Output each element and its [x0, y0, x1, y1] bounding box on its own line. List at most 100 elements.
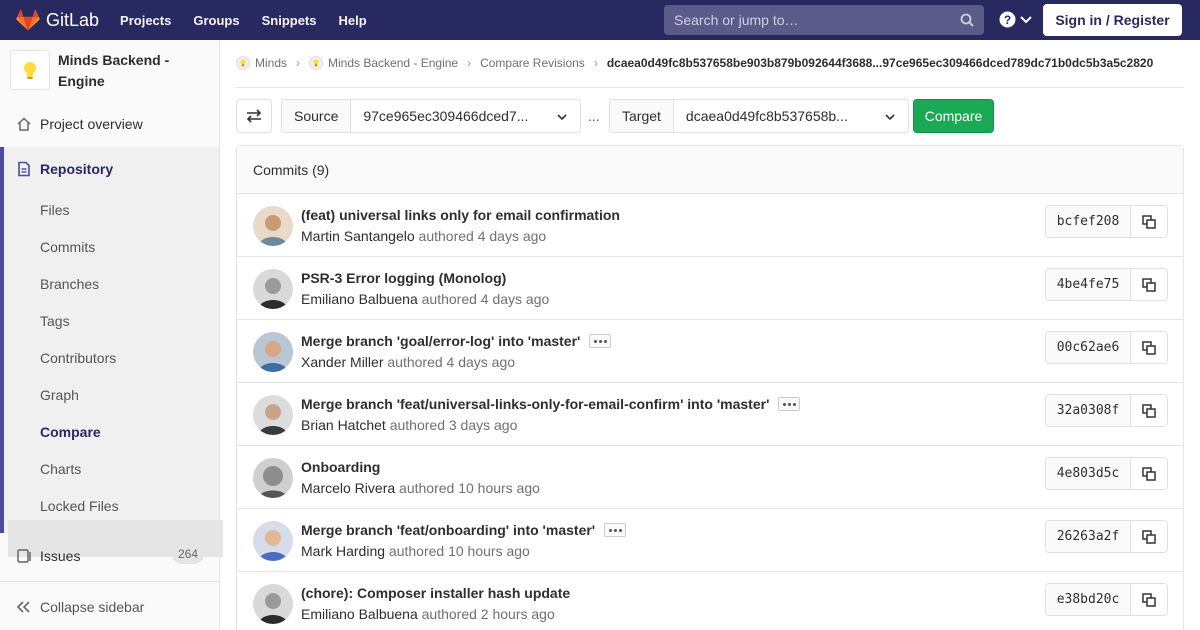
copy-icon	[1142, 592, 1156, 607]
commit-time: authored 2 hours ago	[421, 606, 555, 622]
commit-time: authored 10 hours ago	[399, 480, 540, 496]
gitlab-home-link[interactable]: GitLab	[16, 0, 99, 40]
swap-revisions-button[interactable]	[236, 99, 272, 133]
nav-groups[interactable]: Groups	[193, 13, 239, 28]
copy-sha-button[interactable]	[1131, 395, 1167, 426]
commit-author[interactable]: Emiliano Balbuena	[301, 291, 418, 307]
search-input[interactable]: Search or jump to…	[664, 5, 984, 35]
sidebar-item-contributors[interactable]: Contributors	[40, 350, 116, 366]
copy-sha-button[interactable]	[1131, 458, 1167, 489]
commit-author[interactable]: Xander Miller	[301, 354, 383, 370]
more-ellipsis-button[interactable]	[589, 334, 612, 348]
copy-sha-button[interactable]	[1131, 332, 1167, 363]
commit-sha[interactable]: 32a0308f	[1046, 395, 1131, 426]
doc-icon	[18, 161, 30, 176]
breadcrumb-current: dcaea0d49fc8b537658be903b879b092644f3688…	[606, 56, 1154, 70]
commit-meta: Mark Harding authored 10 hours ago	[301, 543, 530, 559]
nav-projects[interactable]: Projects	[120, 13, 171, 28]
chevron-down-icon	[1020, 15, 1032, 23]
double-chevron-left-icon	[17, 601, 30, 613]
target-selector[interactable]: Target dcaea0d49fc8b537658b...	[609, 99, 909, 133]
sidebar-item-commits[interactable]: Commits	[40, 239, 95, 255]
issues-count-badge: 264	[172, 544, 205, 564]
source-selector[interactable]: Source 97ce965ec309466dced7...	[281, 99, 581, 133]
copy-sha-button[interactable]	[1131, 206, 1167, 237]
copy-sha-button[interactable]	[1131, 584, 1167, 615]
more-ellipsis-button[interactable]	[778, 397, 801, 411]
sidebar-item-charts[interactable]: Charts	[40, 461, 81, 477]
sidebar-item-branches[interactable]: Branches	[40, 276, 99, 292]
repository-section	[0, 147, 223, 557]
more-ellipsis-button[interactable]	[604, 523, 627, 537]
commit-title[interactable]: (feat) universal links only for email co…	[301, 207, 620, 223]
sidebar-item-issues[interactable]: Issues 264	[0, 537, 219, 574]
avatar[interactable]	[253, 458, 293, 498]
question-circle-icon: ?	[999, 11, 1016, 28]
sidebar-item-tags[interactable]: Tags	[40, 313, 70, 329]
commits-header: Commits (9)	[237, 146, 1183, 194]
avatar[interactable]	[253, 521, 293, 561]
commit-row: (feat) universal links only for email co…	[237, 194, 1183, 257]
sidebar-item-graph[interactable]: Graph	[40, 387, 79, 403]
commit-sha-group: 26263a2f	[1045, 520, 1168, 553]
avatar-image	[253, 395, 293, 435]
collapse-sidebar-button[interactable]: Collapse sidebar	[0, 581, 219, 630]
avatar-image	[253, 458, 293, 498]
commit-time: authored 4 days ago	[387, 354, 516, 370]
commit-sha[interactable]: 4e803d5c	[1046, 458, 1131, 489]
commit-sha[interactable]: 26263a2f	[1046, 521, 1131, 552]
commit-author[interactable]: Mark Harding	[301, 543, 385, 559]
swap-arrows-icon	[246, 109, 262, 123]
commit-author[interactable]: Brian Hatchet	[301, 417, 386, 433]
sidebar-item-compare[interactable]: Compare	[40, 424, 101, 440]
avatar[interactable]	[253, 584, 293, 624]
chevron-right-icon: ›	[467, 56, 472, 70]
sidebar-item-files[interactable]: Files	[40, 202, 70, 218]
avatar-image	[253, 521, 293, 561]
sidebar-item-locked-files[interactable]: Locked Files	[40, 498, 119, 514]
main-content: Minds › Minds Backend - Engine › Compare…	[236, 40, 1184, 630]
avatar[interactable]	[253, 395, 293, 435]
home-icon	[17, 116, 31, 131]
source-dropdown[interactable]: 97ce965ec309466dced7...	[351, 100, 580, 132]
commit-title[interactable]: Merge branch 'feat/universal-links-only-…	[301, 396, 801, 412]
copy-icon	[1142, 529, 1156, 544]
project-name: Minds Backend - Engine	[58, 52, 170, 89]
commit-title[interactable]: Onboarding	[301, 459, 380, 475]
commit-title[interactable]: (chore): Composer installer hash update	[301, 585, 570, 601]
nav-help[interactable]: Help	[339, 13, 367, 28]
target-dropdown[interactable]: dcaea0d49fc8b537658b...	[673, 100, 908, 132]
compare-button[interactable]: Compare	[913, 99, 994, 133]
avatar[interactable]	[253, 206, 293, 246]
avatar[interactable]	[253, 332, 293, 372]
commit-title[interactable]: Merge branch 'feat/onboarding' into 'mas…	[301, 522, 627, 538]
copy-sha-button[interactable]	[1131, 269, 1167, 300]
top-navbar: GitLab Projects Groups Snippets Help Sea…	[0, 0, 1200, 40]
commit-title[interactable]: Merge branch 'goal/error-log' into 'mast…	[301, 333, 612, 349]
commit-author[interactable]: Emiliano Balbuena	[301, 606, 418, 622]
chevron-right-icon: ›	[593, 56, 598, 70]
commit-sha[interactable]: 4be4fe75	[1046, 269, 1131, 300]
commit-author[interactable]: Marcelo Rivera	[301, 480, 395, 496]
commit-author[interactable]: Martin Santangelo	[301, 228, 415, 244]
sidebar-item-overview[interactable]: Project overview	[0, 105, 219, 142]
commit-sha[interactable]: 00c62ae6	[1046, 332, 1131, 363]
signin-register-button[interactable]: Sign in / Register	[1043, 4, 1182, 36]
commit-time: authored 10 hours ago	[388, 543, 530, 559]
breadcrumb-project[interactable]: Minds Backend - Engine	[309, 56, 458, 70]
commit-time: authored 4 days ago	[421, 291, 550, 307]
chevron-right-icon: ›	[296, 56, 301, 70]
nav-snippets[interactable]: Snippets	[262, 13, 317, 28]
sidebar-item-repository[interactable]: Repository	[0, 150, 219, 187]
source-value: 97ce965ec309466dced7...	[363, 108, 529, 124]
commit-title[interactable]: PSR-3 Error logging (Monolog)	[301, 270, 506, 286]
copy-sha-button[interactable]	[1131, 521, 1167, 552]
copy-icon	[1142, 466, 1156, 481]
commit-sha[interactable]: e38bd20c	[1046, 584, 1131, 615]
avatar[interactable]	[253, 269, 293, 309]
commit-sha[interactable]: bcfef208	[1046, 206, 1131, 237]
help-dropdown[interactable]: ?	[999, 11, 1032, 28]
breadcrumb-minds[interactable]: Minds	[236, 56, 287, 70]
breadcrumb-compare[interactable]: Compare Revisions	[480, 56, 585, 70]
project-header[interactable]: Minds Backend - Engine	[0, 40, 219, 100]
